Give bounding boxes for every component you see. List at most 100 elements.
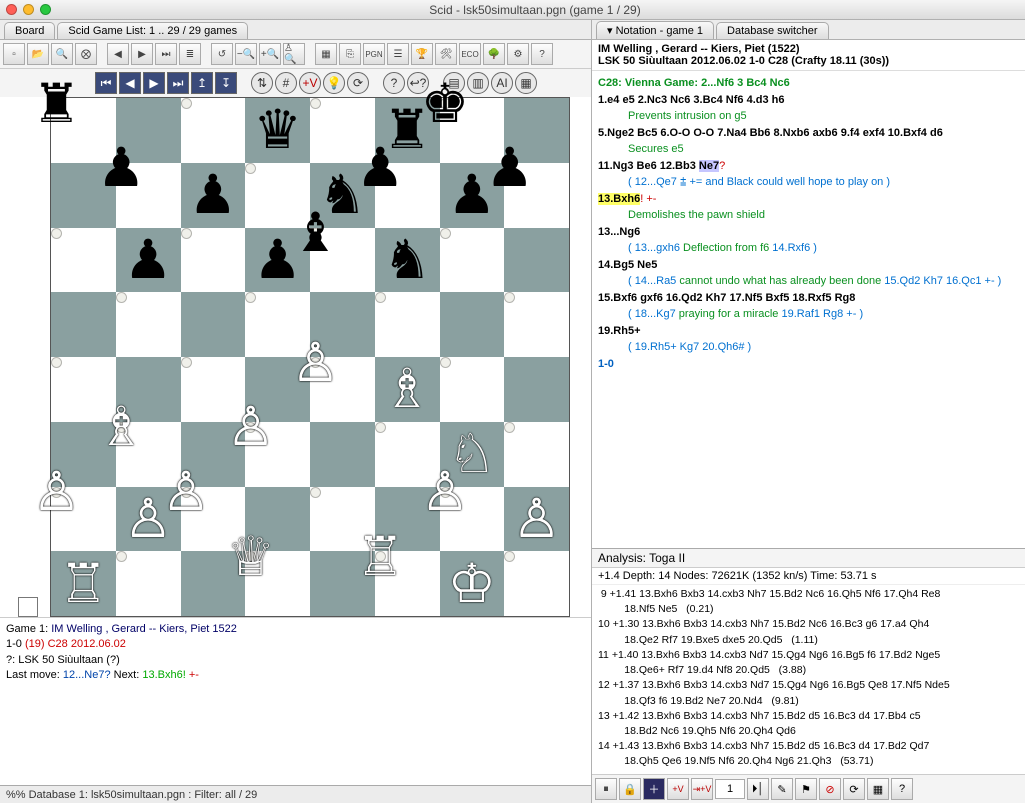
piece[interactable]: ♛ [253, 103, 301, 157]
add-var-analysis-icon[interactable]: +V [667, 778, 689, 800]
piece[interactable]: ♟ [486, 141, 534, 195]
zoom-icon[interactable] [40, 4, 51, 15]
piece[interactable]: ♖ [356, 530, 404, 584]
square[interactable] [181, 228, 192, 239]
square[interactable] [375, 292, 386, 303]
square[interactable]: ♗ [116, 422, 127, 433]
square[interactable] [310, 98, 321, 109]
square[interactable] [440, 357, 451, 368]
piece[interactable]: ♙ [32, 465, 80, 519]
square[interactable] [375, 422, 386, 433]
tab-gamelist[interactable]: Scid Game List: 1 .. 29 / 29 games [57, 22, 248, 39]
exclude-move-icon[interactable]: ⊘ [819, 778, 841, 800]
tab-notation[interactable]: ▾ Notation - game 1 [596, 21, 714, 39]
square[interactable] [440, 292, 505, 357]
piece[interactable]: ♜ [32, 77, 80, 131]
square[interactable] [504, 551, 515, 562]
chess-board[interactable]: ♜♛♜♚♟♟♞♟♟♟♟♟♝♞♙♗♗♙♘♙♙♙♙♙♖♕♖♔ [50, 97, 570, 617]
moves-5[interactable]: 14.Bg5 Ne5 [598, 259, 657, 271]
piece[interactable]: ♝ [291, 206, 339, 260]
square[interactable]: ♞ [375, 228, 440, 293]
piece[interactable]: ♙ [227, 400, 275, 454]
add-var-icon[interactable]: +V [299, 72, 321, 94]
square[interactable]: ♙ [245, 422, 256, 433]
square[interactable]: ♟ [116, 163, 127, 174]
square[interactable] [51, 292, 116, 357]
search-minus-icon[interactable]: −🔍 [235, 43, 257, 65]
piece[interactable]: ♟ [356, 141, 404, 195]
piece[interactable]: ♟ [189, 168, 237, 222]
tb-b-icon[interactable]: ▥ [467, 72, 489, 94]
var-6a[interactable]: ( 18...Kg7 [628, 308, 679, 320]
var-3[interactable]: ( 12...Qe7 ⩲ += and Black could well hop… [598, 176, 890, 188]
nav-back-icon[interactable]: ◀ [119, 72, 141, 94]
piece[interactable]: ♚ [421, 77, 469, 131]
open-file-icon[interactable]: 📂 [27, 43, 49, 65]
piece[interactable]: ♙ [512, 492, 560, 546]
moves-7[interactable]: 19.Rh5+ [598, 325, 641, 337]
engine-help-icon[interactable]: ? [891, 778, 913, 800]
square[interactable] [310, 487, 321, 498]
piece[interactable]: ♙ [421, 465, 469, 519]
nav-start-icon[interactable]: ⏮ [95, 72, 117, 94]
list-icon[interactable]: ≣ [179, 43, 201, 65]
piece[interactable]: ♔ [448, 557, 496, 611]
square[interactable] [504, 292, 515, 303]
square[interactable]: ♝ [310, 228, 321, 239]
piece[interactable]: ♗ [97, 400, 145, 454]
mini-board-icon[interactable]: ▦ [867, 778, 889, 800]
piece[interactable]: ♕ [227, 530, 275, 584]
square[interactable]: ♔ [440, 551, 505, 616]
square[interactable] [51, 228, 62, 239]
square[interactable]: ♚ [440, 98, 451, 109]
search-reset-icon[interactable]: ↺ [211, 43, 233, 65]
flip-board-icon[interactable]: ⇅ [251, 72, 273, 94]
var-7[interactable]: ( 19.Rh5+ Kg7 20.Qh6# ) [598, 341, 751, 353]
var-5a[interactable]: ( 14...Ra5 [628, 275, 679, 287]
trial-mode-icon[interactable]: ? [383, 72, 405, 94]
square[interactable]: ♛ [245, 98, 310, 163]
lock-icon[interactable]: 🔒 [619, 778, 641, 800]
add-all-vars-icon[interactable]: ⇥+V [691, 778, 713, 800]
moves-4[interactable]: 13...Ng6 [598, 226, 640, 238]
var-4c[interactable]: 14.Rxf6 ) [769, 242, 817, 254]
close-db-icon[interactable]: ⨂ [75, 43, 97, 65]
tb-d-icon[interactable]: ▦ [515, 72, 537, 94]
nav-up-var-icon[interactable]: ↥ [191, 72, 213, 94]
square[interactable] [116, 551, 127, 562]
square[interactable] [504, 357, 569, 422]
square[interactable] [440, 228, 451, 239]
eco-icon[interactable]: ECO [459, 43, 481, 65]
square[interactable]: ♟ [116, 228, 181, 293]
finish-game-icon[interactable]: ⏵│ [747, 778, 769, 800]
square[interactable] [181, 292, 246, 357]
close-icon[interactable] [6, 4, 17, 15]
nav-down-var-icon[interactable]: ↧ [215, 72, 237, 94]
square[interactable]: ♙ [51, 487, 62, 498]
square[interactable] [51, 357, 62, 368]
square[interactable]: ♙ [181, 487, 192, 498]
new-file-icon[interactable]: ▫ [3, 43, 25, 65]
moves-1[interactable]: 1.e4 e5 2.Nc3 Nc6 3.Bc4 Nf6 4.d3 h6 [598, 94, 785, 106]
square[interactable] [310, 422, 375, 487]
piece[interactable]: ♙ [162, 465, 210, 519]
square[interactable] [181, 357, 192, 368]
copy-icon[interactable]: ⎘ [339, 43, 361, 65]
square[interactable]: ♕ [245, 551, 256, 562]
square[interactable]: ♙ [440, 487, 451, 498]
maint-icon[interactable]: 🛠 [435, 43, 457, 65]
square[interactable] [181, 98, 192, 109]
square[interactable]: ♙ [504, 487, 569, 552]
nav-fwd-icon[interactable]: ▶ [143, 72, 165, 94]
tb-c-icon[interactable]: AI [491, 72, 513, 94]
glist-icon[interactable]: ☰ [387, 43, 409, 65]
square[interactable]: ♟ [181, 163, 246, 228]
square[interactable] [116, 292, 127, 303]
square[interactable]: ♙ [310, 357, 321, 368]
square[interactable]: ♜ [51, 98, 62, 109]
update-icon[interactable]: ⟳ [843, 778, 865, 800]
engine-icon[interactable]: ⚙ [507, 43, 529, 65]
var-4a[interactable]: ( 13...gxh6 [628, 242, 683, 254]
moves-2[interactable]: 5.Nge2 Bc5 6.O-O O-O 7.Na4 Bb6 8.Nxb6 ax… [598, 127, 943, 139]
current-move[interactable]: Ne7 [699, 160, 719, 172]
